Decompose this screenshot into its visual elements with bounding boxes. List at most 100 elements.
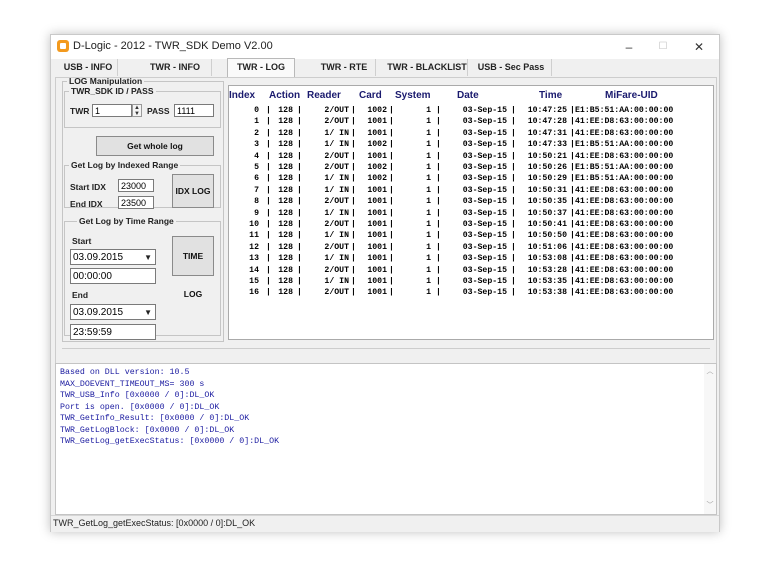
maximize-button[interactable]: ☐ [653,38,673,56]
table-row[interactable]: 15 128 1/ IN 1001 1 03-Sep-15 10:53:35 41:EE:D8… [229,277,713,288]
table-cell: 15 [249,277,259,286]
get-whole-log-button[interactable]: Get whole log [96,136,214,156]
time-log-button[interactable]: TIME LOG [172,236,214,299]
table-cell: 1 [426,140,431,150]
start-time-input[interactable]: 00:00:00 [70,268,156,284]
twr-label: TWR [70,106,90,116]
tab-twr-info[interactable]: TWR - INFO [139,59,212,76]
chevron-down-icon: ▼ [144,253,152,262]
table-cell: 2/OUT [324,265,349,275]
column-header-system: System [395,90,431,101]
table-cell: 1002 [367,140,387,150]
log-table[interactable]: Index Action Reader Card System Date Tim… [228,85,714,340]
column-separator: | [297,185,302,195]
end-time-input[interactable]: 23:59:59 [70,324,156,340]
console-scrollbar[interactable]: ︿ ﹀ [704,364,716,514]
title-bar[interactable]: D-Logic - 2012 - TWR_SDK Demo V2.00 – ☐ … [51,35,719,59]
table-row[interactable]: 6 128 1/ IN 1002 1 03-Sep-15 10:50:29 E1:B5:51:… [229,174,713,185]
column-separator: | [351,220,356,229]
table-row[interactable]: 10 128 2/OUT 1001 1 03-Sep-15 10:50:41 41:EE:D8… [229,220,713,231]
column-separator: | [297,242,302,252]
end-date-value: 03.09.2015 [73,307,124,318]
column-separator: | [266,288,271,298]
column-separator: | [351,128,356,138]
column-header-time: Time [539,90,563,101]
table-cell: 1/ IN [324,254,349,264]
column-separator: | [511,117,516,127]
table-cell: 1 [254,117,259,127]
scroll-up-icon[interactable]: ︿ [704,366,716,376]
status-text: TWR_GetLog_getExecStatus: [0x0000 / 0]:D… [53,518,256,528]
table-cell: 03-Sep-15 [462,117,507,127]
table-cell: 11 [249,231,259,241]
end-date-picker[interactable]: 03.09.2015 ▼ [70,304,156,320]
table-row[interactable]: 5 128 2/OUT 1002 1 03-Sep-15 10:50:26 E1:B5:51:… [229,163,713,174]
table-cell: 41:EE:D8:63:00:00:00 [575,277,674,286]
pass-input[interactable]: 1111 [174,104,214,117]
table-cell: 1 [426,197,431,207]
tab-twr-blacklist[interactable]: TWR - BLACKLIST [387,59,468,76]
tab-twr-rte[interactable]: TWR - RTE [313,59,376,76]
start-date-picker[interactable]: 03.09.2015 ▼ [70,249,156,265]
twr-id-input[interactable]: 1 [92,104,132,117]
table-row[interactable]: 2 128 1/ IN 1001 1 03-Sep-15 10:47:31 41:EE:D8:… [229,129,713,140]
end-idx-label: End IDX [70,199,103,209]
start-idx-input[interactable]: 23000 [118,179,154,192]
twr-id-stepper[interactable]: ▲ ▼ [132,104,142,117]
table-row[interactable]: 9 128 1/ IN 1001 1 03-Sep-15 10:50:37 41:EE:D8:… [229,209,713,220]
column-separator: | [511,128,516,138]
console-line: TWR_GetInfo_Result: [0x0000 / 0]:DL_OK [60,414,250,423]
table-row[interactable]: 11 128 1/ IN 1001 1 03-Sep-15 10:50:50 41:EE:D8… [229,231,713,242]
table-cell: 03-Sep-15 [462,277,507,286]
scroll-down-icon[interactable]: ﹀ [704,500,716,510]
table-cell: 1 [426,254,431,264]
table-cell: 10:47:25 [527,106,567,115]
column-separator: | [351,151,356,161]
tab-bar: USB - INFO TWR - INFO TWR - LOG TWR - RT… [51,58,719,77]
tab-usb-sec-pass[interactable]: USB - Sec Pass [471,59,552,76]
console-output[interactable]: Based on DLL version: 10.5 MAX_DOEVENT_TI… [55,363,717,515]
table-cell: 10:47:31 [527,128,567,138]
table-cell: 1 [426,117,431,127]
table-row[interactable]: 8 128 2/OUT 1001 1 03-Sep-15 10:50:35 41:EE:D8:… [229,197,713,208]
table-row[interactable]: 3 128 1/ IN 1002 1 03-Sep-15 10:47:33 E1:B5:51:… [229,140,713,151]
table-row[interactable]: 1 128 2/OUT 1001 1 03-Sep-15 10:47:28 41:EE:D8:… [229,117,713,128]
column-separator: | [266,254,271,264]
column-separator: | [389,254,394,264]
column-separator: | [436,128,441,138]
column-separator: | [436,174,441,184]
close-button[interactable]: ✕ [689,38,709,56]
table-cell: 6 [254,174,259,184]
tab-twr-log[interactable]: TWR - LOG [227,58,295,77]
minimize-button[interactable]: – [619,38,639,56]
column-separator: | [297,265,302,275]
table-cell: 3 [254,140,259,150]
table-row[interactable]: 0 128 2/OUT 1002 1 03-Sep-15 10:47:25 E1:B5:51:… [229,106,713,117]
table-cell: 41:EE:D8:63:00:00:00 [575,185,674,195]
table-row[interactable]: 4 128 2/OUT 1001 1 03-Sep-15 10:50:21 41:EE:D8:… [229,152,713,163]
table-cell: 1/ IN [324,208,349,218]
table-cell: 10:47:33 [527,140,567,150]
table-row[interactable]: 14 128 2/OUT 1001 1 03-Sep-15 10:53:28 41:EE:D8… [229,266,713,277]
table-cell: 10:50:41 [527,220,567,229]
end-idx-input[interactable]: 23500 [118,196,154,209]
idx-log-button[interactable]: IDX LOG [172,174,214,208]
column-separator: | [266,220,271,229]
table-cell: 10:53:35 [527,277,567,286]
column-separator: | [266,140,271,150]
column-separator: | [297,128,302,138]
column-separator: | [436,140,441,150]
pass-label: PASS [147,106,170,116]
table-cell: 10:47:28 [527,117,567,127]
twr-log-panel: LOG Manipulation TWR_SDK ID / PASS TWR 1… [55,76,717,399]
tab-usb-info[interactable]: USB - INFO [59,59,118,76]
table-cell: 10:51:06 [527,242,567,252]
table-row[interactable]: 12 128 2/OUT 1001 1 03-Sep-15 10:51:06 41:EE:D8… [229,243,713,254]
column-separator: | [351,254,356,264]
table-row[interactable]: 7 128 1/ IN 1001 1 03-Sep-15 10:50:31 41:EE:D8:… [229,186,713,197]
table-row[interactable]: 13 128 1/ IN 1001 1 03-Sep-15 10:53:08 41:EE:D8… [229,254,713,265]
column-separator: | [389,151,394,161]
table-row[interactable]: 16 128 2/OUT 1001 1 03-Sep-15 10:53:38 41:EE:D8… [229,288,713,299]
app-logo-icon [57,40,69,52]
table-cell: 1 [426,265,431,275]
